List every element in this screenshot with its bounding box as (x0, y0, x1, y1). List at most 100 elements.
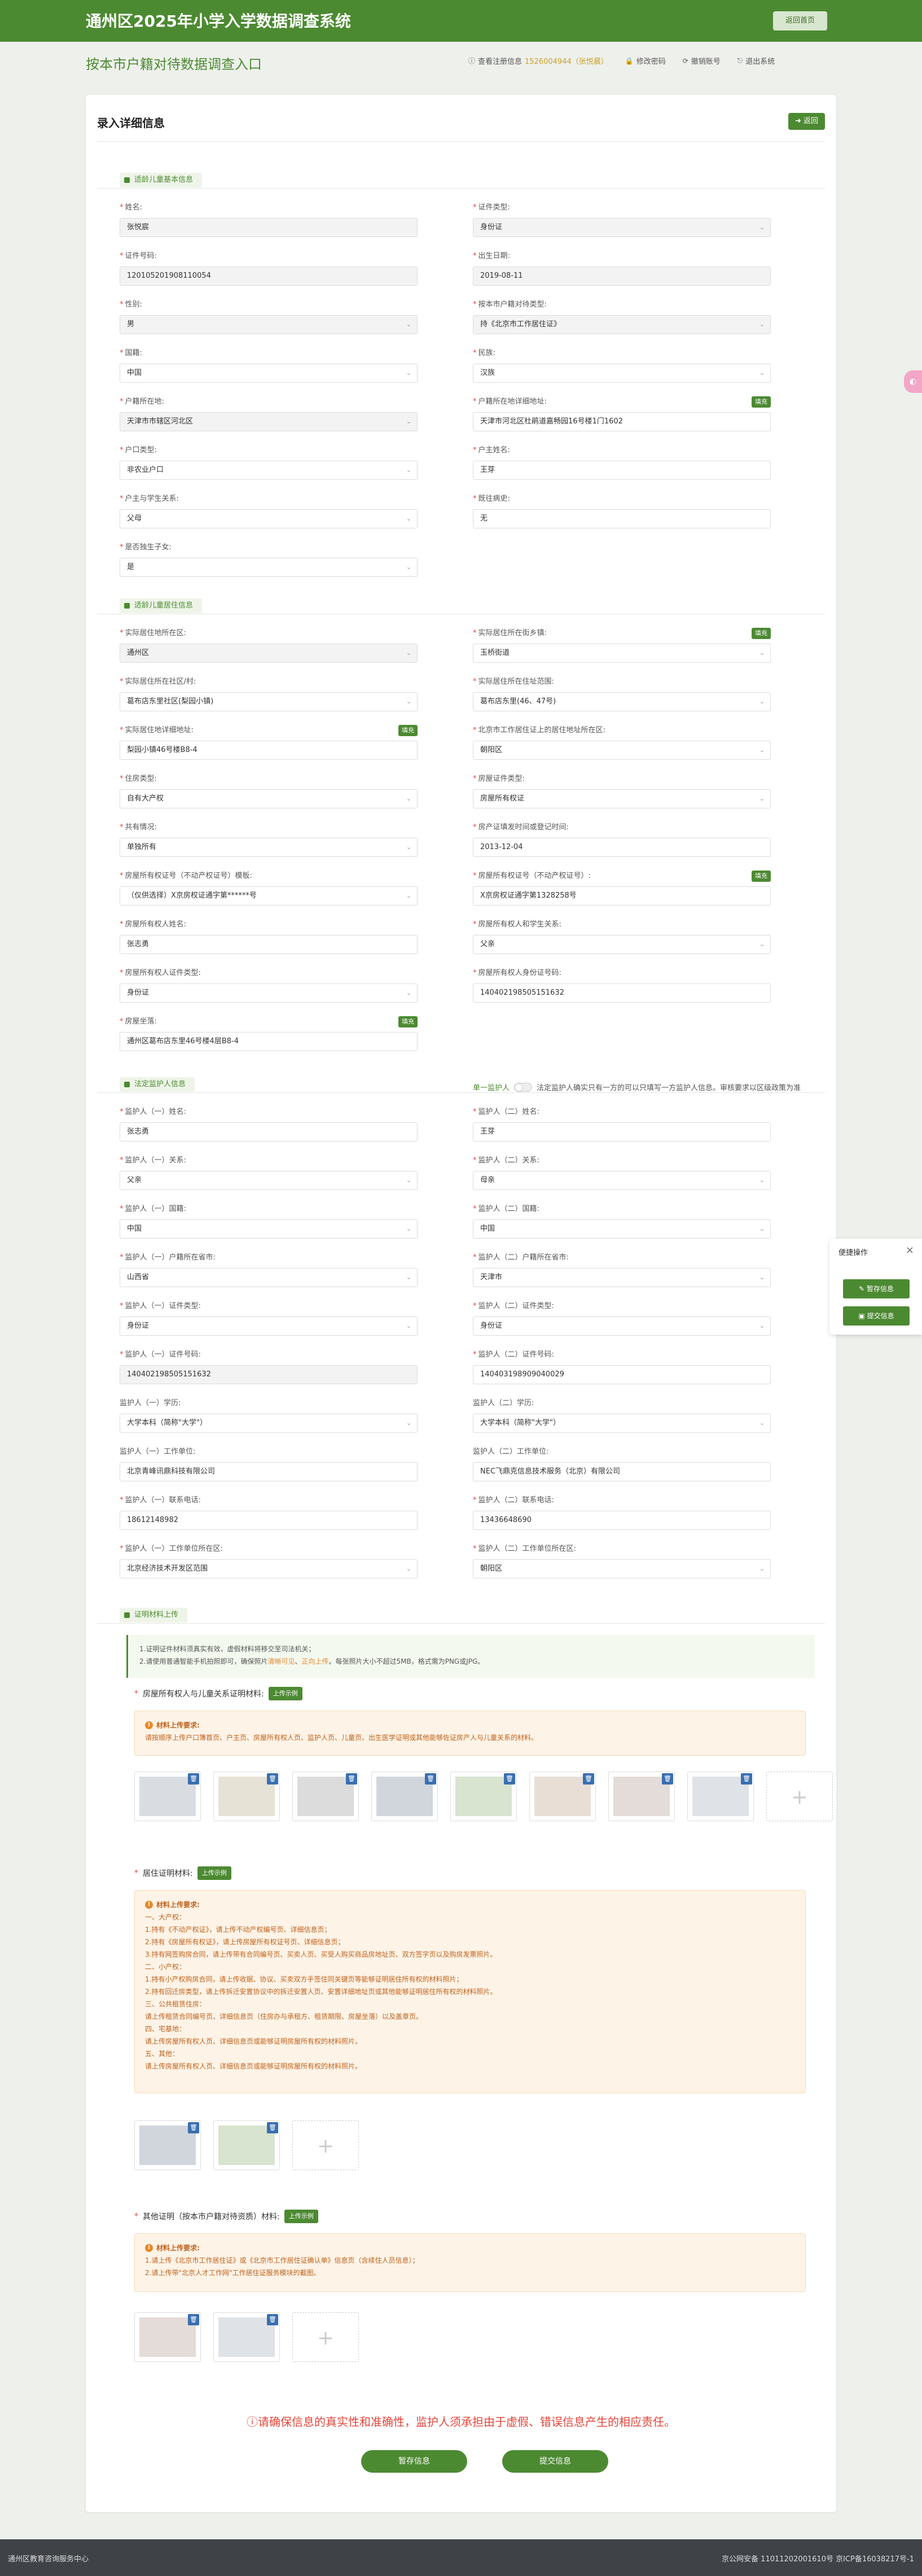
uploaded-image[interactable]: 🗑 (213, 1772, 280, 1821)
select-field[interactable]: 父亲 ⌄ (473, 935, 771, 954)
input-field[interactable]: 张志勇 (120, 935, 418, 954)
input-field[interactable]: 王芽 (473, 1122, 771, 1142)
select-field[interactable]: 身份证 ⌄ (120, 1317, 418, 1336)
select-field[interactable]: 自有大产权 ⌄ (120, 789, 418, 808)
quick-save-button[interactable]: ✎ 暂存信息 (843, 1279, 910, 1298)
add-image-button[interactable]: + (292, 2312, 359, 2362)
select-field[interactable]: 持《北京市工作居住证》 ⌄ (473, 315, 771, 334)
input-field[interactable]: 120105201908110054 (120, 266, 418, 286)
delete-icon[interactable]: 🗑 (267, 2314, 278, 2325)
uploaded-image[interactable]: 🗑 (687, 1772, 754, 1821)
delete-icon[interactable]: 🗑 (188, 2122, 199, 2133)
select-field[interactable]: 身份证 ⌄ (473, 218, 771, 237)
uploaded-image[interactable]: 🗑 (134, 2312, 201, 2362)
toggle-switch[interactable] (514, 1082, 533, 1092)
select-field[interactable]: 大学本科（简称"大学"） ⌄ (120, 1414, 418, 1433)
select-field[interactable]: 山西省 ⌄ (120, 1268, 418, 1287)
upload-example-button[interactable]: 上传示例 (284, 2210, 318, 2223)
fill-button[interactable]: 填充 (398, 725, 418, 736)
quick-submit-button[interactable]: ▣ 提交信息 (843, 1306, 910, 1326)
input-field[interactable]: 北京青峰讯鼎科技有限公司 (120, 1462, 418, 1481)
select-field[interactable]: 非农业户口 ⌄ (120, 461, 418, 480)
delete-icon[interactable]: 🗑 (188, 1773, 199, 1785)
select-field[interactable]: 大学本科（简称"大学"） ⌄ (473, 1414, 771, 1433)
side-tab-icon[interactable]: ◐ (904, 370, 922, 393)
input-field[interactable]: 无 (473, 509, 771, 528)
upload-example-button[interactable]: 上传示例 (197, 1866, 231, 1880)
home-button[interactable]: 返回首页 (773, 11, 827, 30)
select-field[interactable]: 葛布店东里社区(梨园小镇) ⌄ (120, 692, 418, 711)
input-field[interactable]: 梨园小镇46号楼B8-4 (120, 741, 418, 760)
fill-button[interactable]: 填充 (752, 396, 771, 408)
input-field[interactable]: 2013-12-04 (473, 838, 771, 857)
select-field[interactable]: 天津市 ⌄ (473, 1268, 771, 1287)
input-field[interactable]: 140402198505151632 (473, 983, 771, 1003)
select-field[interactable]: 葛布店东里(46、47号) ⌄ (473, 692, 771, 711)
change-password-link[interactable]: 🔒 修改密码 (625, 55, 666, 67)
save-button[interactable]: 暂存信息 (361, 2450, 467, 2473)
logout-link[interactable]: ⎋ 退出系统 (737, 55, 775, 66)
select-field[interactable]: （仅供选择）X京房权证通字第******号 ⌄ (120, 886, 418, 906)
input-field[interactable]: 通州区葛布店东里46号楼4层B8-4 (120, 1032, 418, 1051)
fill-button[interactable]: 填充 (752, 628, 771, 639)
input-field[interactable]: 18612148982 (120, 1511, 418, 1530)
delete-icon[interactable]: 🗑 (741, 1773, 752, 1785)
input-field[interactable]: 2019-08-11 (473, 266, 771, 286)
delete-icon[interactable]: 🗑 (504, 1773, 515, 1785)
delete-icon[interactable]: 🗑 (662, 1773, 673, 1785)
single-guardian-toggle[interactable]: 单一监护人 法定监护人确实只有一方的可以只填写一方监护人信息。审核要求以区级政策… (473, 1082, 801, 1092)
select-field[interactable]: 中国 ⌄ (120, 364, 418, 383)
uploaded-image[interactable]: 🗑 (134, 1772, 201, 1821)
input-field[interactable]: 天津市河北区杜鹃道嘉畅园16号楼1门1602 (473, 412, 771, 431)
uploaded-image[interactable]: 🗑 (134, 2120, 201, 2170)
add-image-button[interactable]: + (292, 2120, 359, 2170)
select-field[interactable]: 父母 ⌄ (120, 509, 418, 528)
delete-icon[interactable]: 🗑 (346, 1773, 357, 1785)
select-field[interactable]: 身份证 ⌄ (473, 1317, 771, 1336)
select-field[interactable]: 中国 ⌄ (120, 1219, 418, 1239)
close-icon[interactable]: × (906, 1244, 914, 1256)
submit-button[interactable]: 提交信息 (502, 2450, 608, 2473)
uploaded-image[interactable]: 🗑 (213, 2120, 280, 2170)
cancel-account-link[interactable]: ⟳ 撤销账号 (683, 55, 721, 67)
back-button[interactable]: ➜ 返回 (788, 113, 825, 130)
select-field[interactable]: 是 ⌄ (120, 558, 418, 577)
uploaded-image[interactable]: 🗑 (371, 1772, 438, 1821)
upload-example-button[interactable]: 上传示例 (268, 1687, 302, 1700)
select-field[interactable]: 身份证 ⌄ (120, 983, 418, 1003)
input-field[interactable]: 张志勇 (120, 1122, 418, 1142)
delete-icon[interactable]: 🗑 (267, 2122, 278, 2133)
select-field[interactable]: 母亲 ⌄ (473, 1171, 771, 1190)
uploaded-image[interactable]: 🗑 (450, 1772, 517, 1821)
fill-button[interactable]: 填充 (398, 1016, 418, 1027)
reg-info-link[interactable]: ⓘ 查看注册信息 1526004944（张悦晨） (468, 55, 608, 66)
delete-icon[interactable]: 🗑 (188, 2314, 199, 2325)
select-field[interactable]: 父亲 ⌄ (120, 1171, 418, 1190)
uploaded-image[interactable]: 🗑 (292, 1772, 359, 1821)
uploaded-image[interactable]: 🗑 (213, 2312, 280, 2362)
input-field[interactable]: 140403198909040029 (473, 1365, 771, 1384)
input-field[interactable]: 13436648690 (473, 1511, 771, 1530)
select-field[interactable]: 男 ⌄ (120, 315, 418, 334)
select-field[interactable]: 房屋所有权证 ⌄ (473, 789, 771, 808)
uploaded-image[interactable]: 🗑 (608, 1772, 675, 1821)
uploaded-image[interactable]: 🗑 (529, 1772, 596, 1821)
select-field[interactable]: 通州区 ⌄ (120, 644, 418, 663)
select-field[interactable]: 朝阳区 ⌄ (473, 1559, 771, 1578)
input-field[interactable]: 王芽 (473, 461, 771, 480)
delete-icon[interactable]: 🗑 (583, 1773, 594, 1785)
delete-icon[interactable]: 🗑 (425, 1773, 436, 1785)
select-field[interactable]: 单独所有 ⌄ (120, 838, 418, 857)
delete-icon[interactable]: 🗑 (267, 1773, 278, 1785)
select-field[interactable]: 朝阳区 ⌄ (473, 741, 771, 760)
select-field[interactable]: 玉桥街道 ⌄ (473, 644, 771, 663)
input-field[interactable]: NEC飞鼎克信息技术服务（北京）有限公司 (473, 1462, 771, 1481)
select-field[interactable]: 北京经济技术开发区范围 ⌄ (120, 1559, 418, 1578)
input-field[interactable]: X京房权证通字第1328258号 (473, 886, 771, 906)
input-field[interactable]: 140402198505151632 (120, 1365, 418, 1384)
select-field[interactable]: 中国 ⌄ (473, 1219, 771, 1239)
input-field[interactable]: 张悦宸 (120, 218, 418, 237)
fill-button[interactable]: 填充 (752, 871, 771, 882)
select-field[interactable]: 汉族 ⌄ (473, 364, 771, 383)
select-field[interactable]: 天津市市辖区河北区 ⌄ (120, 412, 418, 431)
